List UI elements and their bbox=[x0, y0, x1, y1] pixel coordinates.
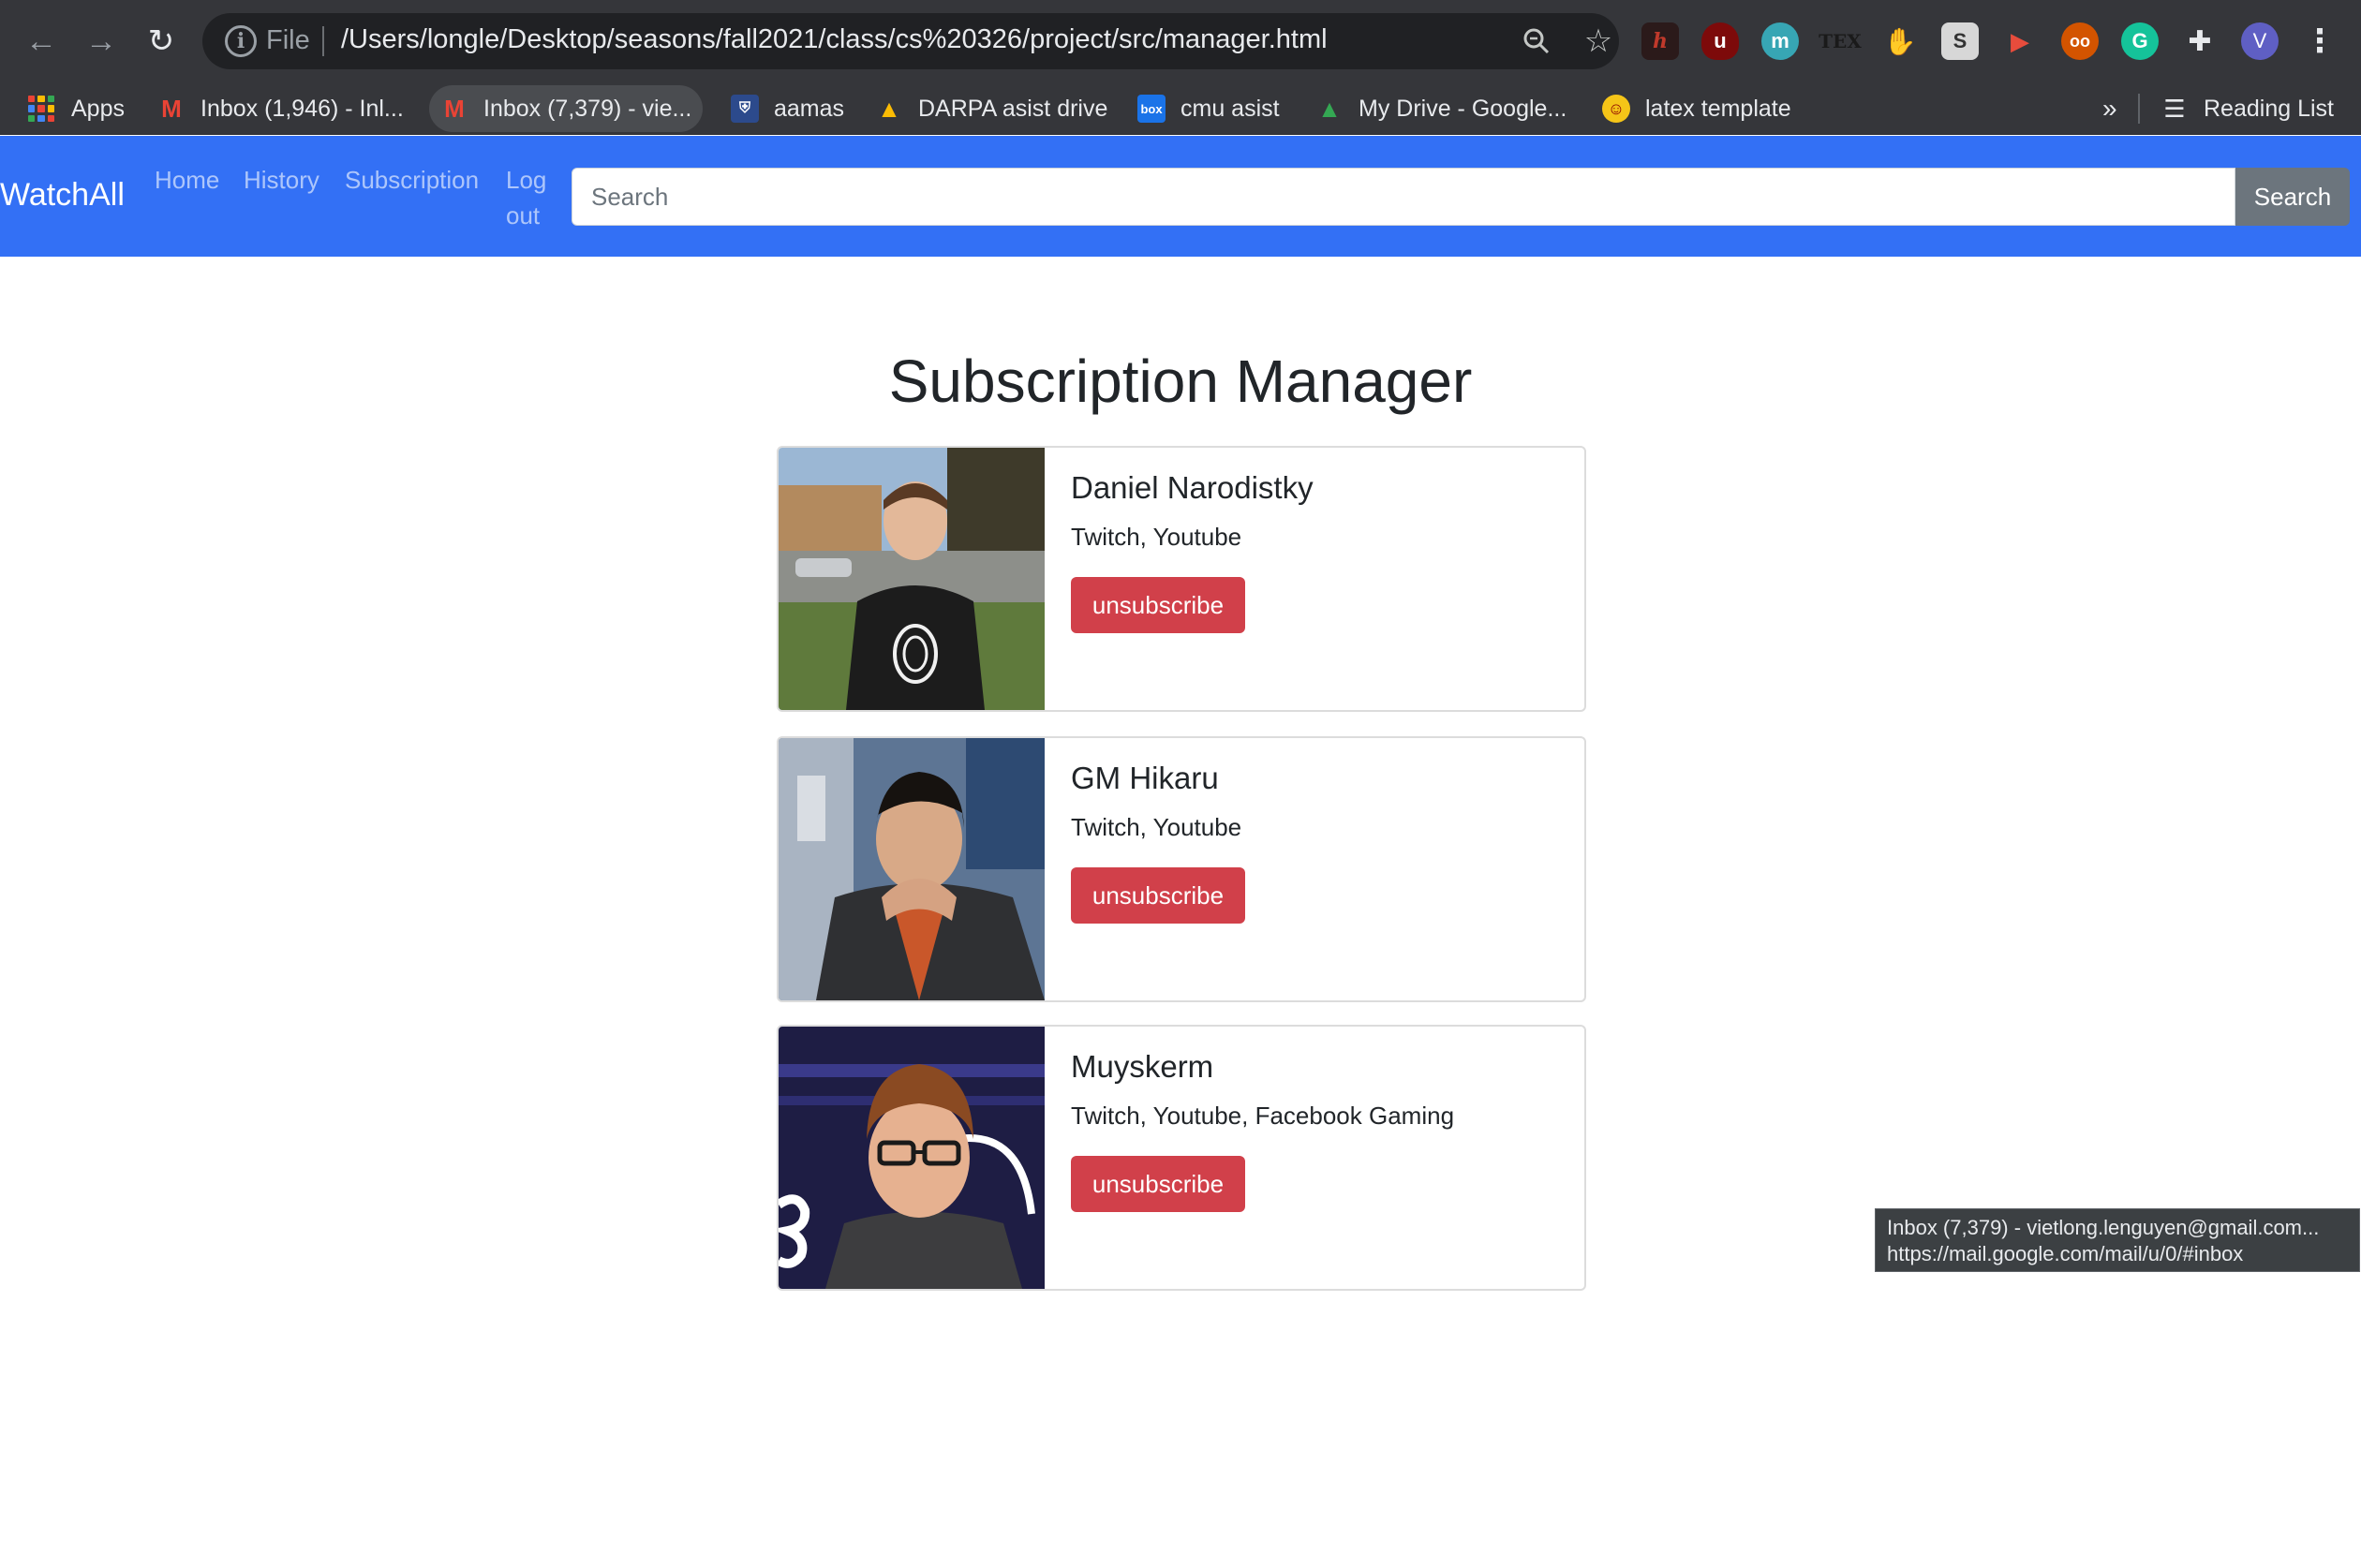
unsubscribe-button[interactable]: unsubscribe bbox=[1071, 577, 1245, 633]
reading-list-button[interactable]: ☰ Reading List bbox=[2161, 82, 2334, 135]
tooltip-title: Inbox (7,379) - vietlong.lenguyen@gmail.… bbox=[1887, 1216, 2320, 1239]
gmail-icon: M bbox=[161, 94, 182, 123]
streamer-photo bbox=[779, 738, 1045, 1000]
bookmark-gmail-2[interactable]: M Inbox (7,379) - vie... bbox=[429, 85, 704, 132]
url-text[interactable]: /Users/longle/Desktop/seasons/fall2021/c… bbox=[341, 24, 1328, 55]
bookmark-label: Apps bbox=[71, 95, 125, 122]
bookmark-label: My Drive - Google... bbox=[1359, 95, 1567, 122]
streamer-name: GM Hikaru bbox=[1071, 761, 1219, 795]
emoji-icon: ☺ bbox=[1602, 95, 1630, 123]
streamer-platforms: Twitch, Youtube, Facebook Gaming bbox=[1071, 1102, 1455, 1130]
mendeley-icon[interactable]: m bbox=[1761, 22, 1799, 60]
video-icon[interactable]: ▶ bbox=[2001, 22, 2039, 60]
streamer-platforms: Twitch, Youtube bbox=[1071, 813, 1242, 841]
tex-icon[interactable]: TEX bbox=[1819, 22, 1862, 60]
streamer-platforms: Twitch, Youtube bbox=[1071, 523, 1242, 551]
bookmark-star-icon[interactable]: ☆ bbox=[1578, 21, 1619, 62]
bookmark-gmail-1[interactable]: M Inbox (1,946) - Inl... bbox=[157, 82, 404, 135]
bookmark-darpa-drive[interactable]: ▲ DARPA asist drive bbox=[875, 82, 1107, 135]
nav-logout-line2[interactable]: out bbox=[506, 198, 540, 233]
bookmarks-divider bbox=[2138, 94, 2140, 124]
streamer-photo bbox=[779, 1027, 1045, 1289]
browser-toolbar: ← → ↻ i File /Users/longle/Desktop/seaso… bbox=[0, 0, 2361, 82]
zoom-icon[interactable] bbox=[1516, 21, 1557, 62]
subscription-card: Muyskerm Twitch, Youtube, Facebook Gamin… bbox=[777, 1025, 1586, 1291]
bookmark-label: Inbox (7,379) - vie... bbox=[483, 95, 692, 122]
forward-arrow-icon[interactable]: → bbox=[79, 19, 124, 64]
brand-logo[interactable]: WatchAll bbox=[0, 177, 125, 214]
address-bar[interactable]: i File /Users/longle/Desktop/seasons/fal… bbox=[202, 13, 1619, 69]
search-input[interactable] bbox=[572, 168, 2235, 226]
google-drive-icon: ▲ bbox=[877, 94, 901, 123]
tooltip-url: https://mail.google.com/mail/u/0/#inbox bbox=[1887, 1242, 2244, 1265]
bookmark-aamas[interactable]: ⛨ aamas bbox=[731, 82, 844, 135]
streamer-photo bbox=[779, 448, 1045, 710]
box-icon: box bbox=[1137, 95, 1166, 123]
back-arrow-icon[interactable]: ← bbox=[19, 19, 64, 64]
streamer-name: Daniel Narodistky bbox=[1071, 470, 1314, 505]
hypothesis-icon[interactable]: h bbox=[1641, 22, 1679, 60]
google-drive-icon: ▲ bbox=[1317, 94, 1342, 123]
reading-list-icon: ☰ bbox=[2163, 94, 2186, 123]
streamer-name: Muyskerm bbox=[1071, 1049, 1214, 1084]
bookmarks-bar: Apps M Inbox (1,946) - Inl... M Inbox (7… bbox=[0, 82, 2361, 135]
bookmark-latex-template[interactable]: ☺ latex template bbox=[1602, 82, 1791, 135]
s-icon[interactable]: S bbox=[1941, 22, 1979, 60]
bookmark-cmu-asist[interactable]: box cmu asist bbox=[1137, 82, 1280, 135]
gmail-icon: M bbox=[444, 94, 465, 123]
grammarly-icon[interactable]: G bbox=[2121, 22, 2159, 60]
reading-list-label: Reading List bbox=[2204, 95, 2334, 122]
nav-subscription[interactable]: Subscription bbox=[345, 162, 479, 198]
apps-grid-icon bbox=[28, 96, 54, 122]
nav-logout-line1[interactable]: Log bbox=[506, 162, 546, 198]
shield-icon: ⛨ bbox=[731, 95, 759, 123]
bookmark-label: aamas bbox=[774, 95, 845, 122]
bookmark-apps[interactable]: Apps bbox=[28, 82, 125, 135]
hand-icon[interactable]: ✋ bbox=[1881, 22, 1919, 60]
nav-history[interactable]: History bbox=[244, 162, 319, 198]
search-button[interactable]: Search bbox=[2235, 168, 2350, 226]
ublock-icon[interactable]: u bbox=[1701, 22, 1739, 60]
bookmark-label: latex template bbox=[1645, 95, 1791, 122]
bookmark-tooltip: Inbox (7,379) - vietlong.lenguyen@gmail.… bbox=[1875, 1208, 2360, 1272]
subscription-card: GM Hikaru Twitch, Youtube unsubscribe bbox=[777, 736, 1586, 1002]
page-title: Subscription Manager bbox=[888, 348, 1473, 415]
unsubscribe-button[interactable]: unsubscribe bbox=[1071, 1156, 1245, 1212]
bookmark-label: Inbox (1,946) - Inl... bbox=[200, 95, 404, 122]
menu-kebab-icon[interactable]: ⋮ bbox=[2297, 19, 2342, 64]
address-divider bbox=[322, 26, 324, 56]
glasses-icon[interactable]: oo bbox=[2061, 22, 2099, 60]
subscription-card: Daniel Narodistky Twitch, Youtube unsubs… bbox=[777, 446, 1586, 712]
nav-home[interactable]: Home bbox=[155, 162, 219, 198]
unsubscribe-button[interactable]: unsubscribe bbox=[1071, 867, 1245, 924]
bookmarks-overflow-button[interactable]: » bbox=[2102, 82, 2117, 135]
site-navbar: WatchAll Home History Subscription Log o… bbox=[0, 136, 2361, 257]
bookmark-my-drive[interactable]: ▲ My Drive - Google... bbox=[1315, 82, 1567, 135]
url-scheme-label: File bbox=[266, 25, 310, 55]
reload-icon[interactable]: ↻ bbox=[139, 19, 184, 64]
bookmark-label: DARPA asist drive bbox=[918, 95, 1108, 122]
profile-avatar[interactable]: V bbox=[2241, 22, 2279, 60]
bookmark-label: cmu asist bbox=[1180, 95, 1280, 122]
puzzle-icon[interactable]: ✚ bbox=[2181, 22, 2219, 60]
info-icon[interactable]: i bbox=[225, 25, 257, 57]
